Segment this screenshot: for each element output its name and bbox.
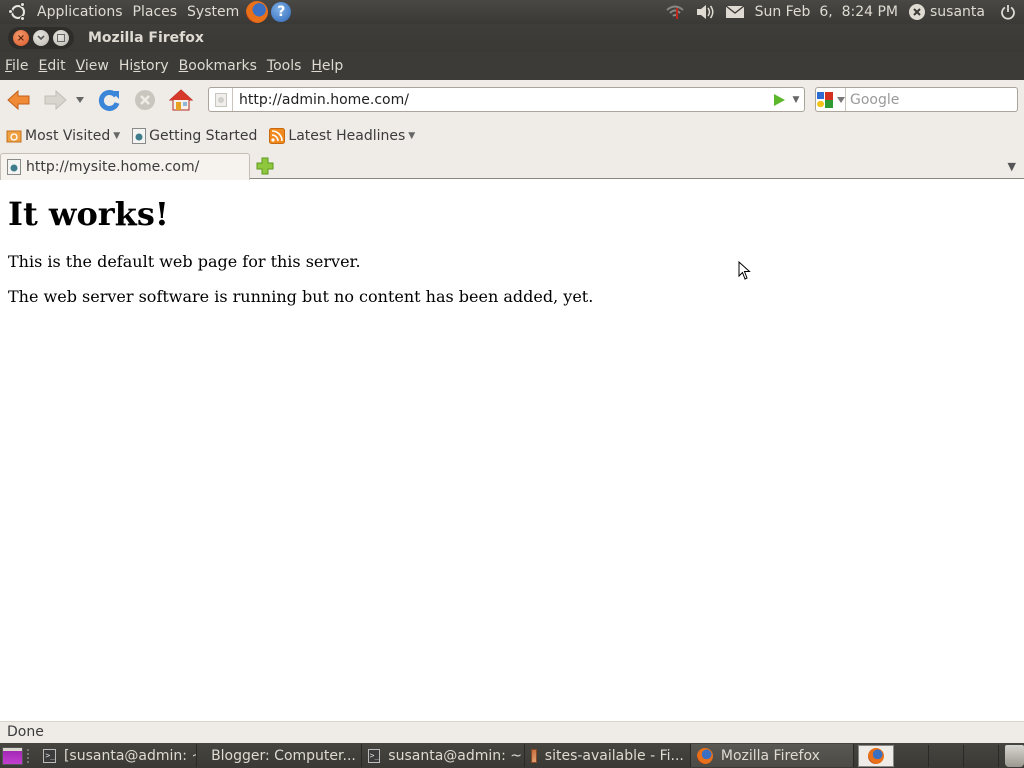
task-label: Blogger: Computer... [211,747,356,764]
taskbar-item[interactable]: Blogger: Computer... [197,744,362,767]
system-tray: Sun Feb 6, 8:24 PM susanta [660,0,1024,24]
search-input[interactable] [846,88,1024,111]
taskbar-item[interactable]: >_ [susanta@admin: ~] [37,744,198,767]
workspace-4[interactable] [964,744,999,767]
url-bar[interactable]: ▼ [208,87,805,112]
chevron-down-icon: ▼ [408,131,416,141]
help-launcher-icon[interactable]: ? [271,2,292,22]
window-title: Mozilla Firefox [88,30,204,46]
menu-file[interactable]: File [0,52,33,80]
mail-icon[interactable] [725,5,745,19]
search-bar[interactable] [815,87,1024,112]
menu-view[interactable]: View [71,52,114,80]
navigation-toolbar: ▼ [0,80,1024,120]
close-window-button[interactable]: × [13,30,29,46]
menu-edit[interactable]: Edit [33,52,70,80]
menu-history[interactable]: History [114,52,174,80]
status-bar: Done [0,721,1024,743]
user-name[interactable]: susanta [930,4,985,20]
menu-tools[interactable]: Tools [262,52,307,80]
page-paragraph: This is the default web page for this se… [8,252,361,271]
bookmarks-toolbar: Most Visited ▼ Getting Started Latest He… [0,120,1024,152]
maximize-window-button[interactable] [53,30,69,46]
power-icon[interactable] [1000,4,1016,20]
applications-menu[interactable]: Applications [32,0,128,24]
taskbar-item-active[interactable]: Mozilla Firefox [690,744,855,767]
smart-folder-icon [6,130,22,143]
task-label: Mozilla Firefox [720,747,820,764]
firefox-icon [696,747,713,764]
go-button[interactable] [770,93,788,106]
site-identity-icon[interactable] [209,88,233,111]
task-label: susanta@admin: ~ [388,747,523,764]
show-desktop-button[interactable] [2,746,24,765]
workspace-3[interactable] [929,744,964,767]
list-all-tabs-button[interactable]: ▼ [1008,160,1016,173]
mouse-cursor-icon [738,260,752,285]
history-dropdown-button[interactable] [72,85,88,115]
tab-strip: http://mysite.home.com/ ▼ [0,152,1024,180]
page-paragraph: The web server software is running but n… [8,287,594,306]
menu-bookmarks[interactable]: Bookmarks [174,52,262,80]
firefox-icon [868,747,884,764]
bookmark-getting-started[interactable]: Getting Started [132,128,257,144]
url-history-dropdown[interactable]: ▼ [788,95,804,105]
back-button[interactable] [4,85,34,115]
terminal-icon: >_ [43,748,56,763]
top-panel: Applications Places System ? Sun Feb 6, … [0,0,1024,24]
url-input[interactable] [233,88,770,111]
menu-help[interactable]: Help [306,52,348,80]
chevron-down-icon: ▼ [113,131,121,141]
task-label: [susanta@admin: ~] [63,747,198,764]
home-icon[interactable] [166,85,196,115]
panel-handle[interactable] [27,748,33,763]
taskbar-item[interactable]: sites-available - Fi... [525,744,691,767]
wifi-icon[interactable] [665,4,685,20]
workspace-2[interactable] [894,744,929,767]
system-menu[interactable]: System [182,0,244,24]
page-icon [7,159,21,175]
plus-icon [256,157,274,175]
trash-icon[interactable] [1004,744,1024,767]
google-engine-icon [817,91,833,108]
bookmark-label: Getting Started [149,128,258,144]
page-content: It works! This is the default web page f… [0,180,1024,721]
bookmark-label: Latest Headlines [288,128,406,144]
terminal-icon: >_ [367,748,381,763]
workspace-1[interactable] [858,744,894,767]
firefox-launcher-icon[interactable] [246,1,269,23]
folder-icon [531,748,537,763]
window-titlebar[interactable]: × Mozilla Firefox [0,24,1024,52]
new-tab-button[interactable] [256,157,274,175]
tab-mysite[interactable]: http://mysite.home.com/ [0,153,250,180]
search-engine-selector[interactable] [816,88,846,111]
bookmark-latest-headlines[interactable]: Latest Headlines ▼ [269,128,415,144]
rss-icon [269,128,286,144]
tab-label: http://mysite.home.com/ [26,159,200,175]
reload-icon[interactable] [94,85,124,115]
clock[interactable]: Sun Feb 6, 8:24 PM [755,4,898,20]
bottom-panel: >_ [susanta@admin: ~] Blogger: Computer.… [0,743,1024,768]
page-icon [132,128,147,144]
stop-icon[interactable] [130,85,160,115]
taskbar-item[interactable]: >_ susanta@admin: ~ [362,744,526,767]
user-status-icon[interactable] [908,3,926,21]
bookmark-most-visited[interactable]: Most Visited ▼ [6,128,120,144]
page-heading: It works! [8,195,169,233]
task-label: sites-available - Fi... [544,747,684,764]
volume-icon[interactable] [695,4,715,20]
firefox-menubar: File Edit View History Bookmarks Tools H… [0,52,1024,80]
places-menu[interactable]: Places [128,0,183,24]
minimize-window-button[interactable] [33,30,49,46]
status-text: Done [7,724,44,740]
forward-button[interactable] [40,85,70,115]
window-controls: × [8,27,74,49]
bookmark-label: Most Visited [25,128,111,144]
ubuntu-logo-icon[interactable] [8,2,28,22]
